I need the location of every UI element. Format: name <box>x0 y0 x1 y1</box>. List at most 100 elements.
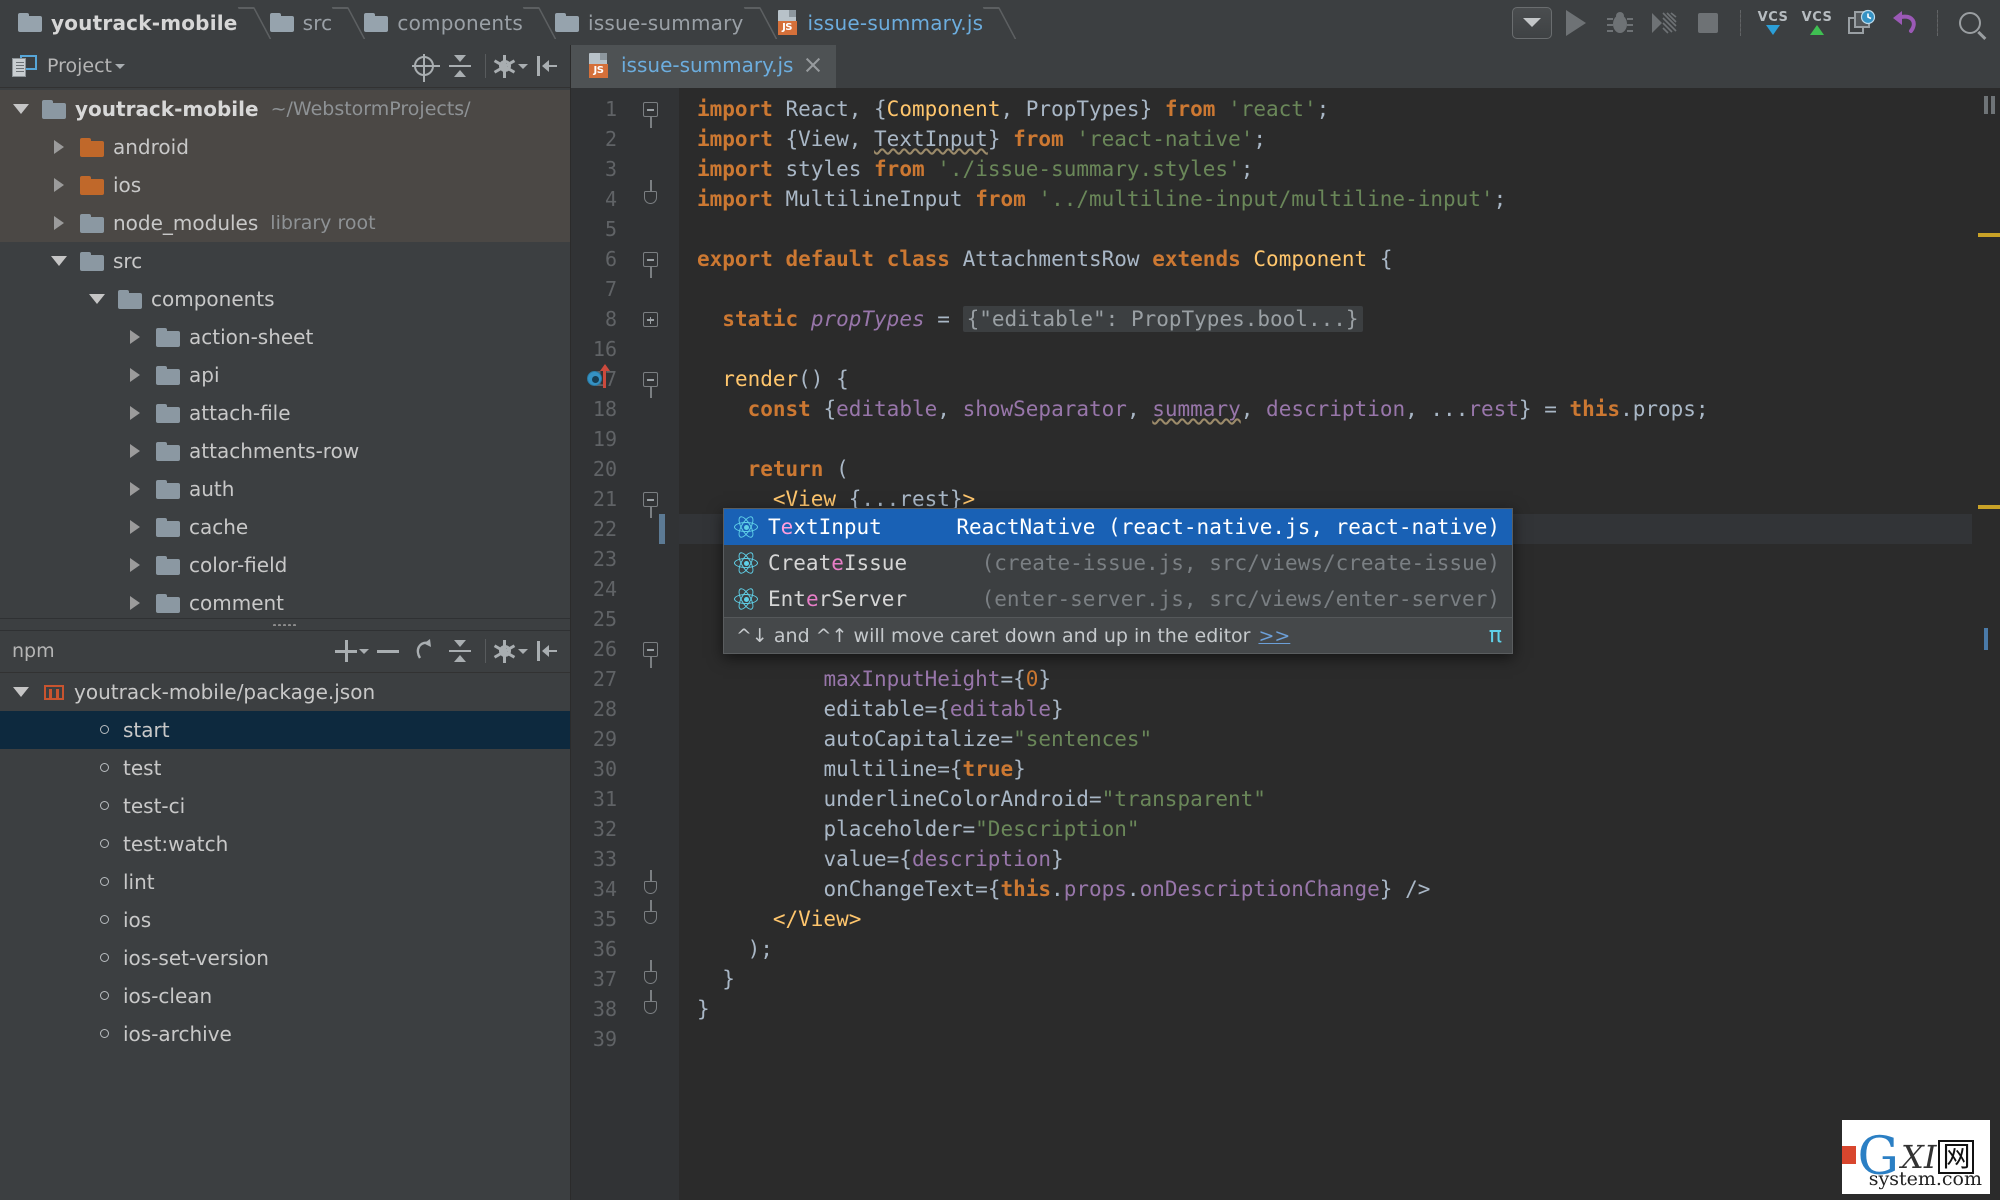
chevron-right-icon[interactable] <box>124 482 146 496</box>
chevron-down-icon[interactable] <box>86 294 108 304</box>
autocomplete-hint-link[interactable]: >> <box>1258 621 1290 651</box>
breadcrumb-item-youtrack-mobile[interactable]: youtrack-mobile <box>14 0 244 45</box>
code-line[interactable]: </View> <box>697 904 862 934</box>
code-line[interactable]: export default class AttachmentsRow exte… <box>697 244 1393 274</box>
autocomplete-item-EnterServer[interactable]: EnterServer (enter-server.js, src/views/e… <box>724 581 1512 617</box>
tree-item-color-field[interactable]: color-field <box>0 546 570 584</box>
tree-item-api[interactable]: api <box>0 356 570 394</box>
tree-item-youtrack-mobile[interactable]: youtrack-mobile ~/WebstormProjects/ <box>0 90 570 128</box>
tree-item-android[interactable]: android <box>0 128 570 166</box>
npm-collapse-all-button[interactable] <box>443 634 477 668</box>
npm-script-ios[interactable]: ios <box>0 901 570 939</box>
npm-settings-button[interactable] <box>493 634 528 668</box>
tab-issue-summary-js[interactable]: JS issue-summary.js <box>571 45 837 88</box>
code-line[interactable]: multiline={true} <box>697 754 1025 784</box>
chevron-down-icon[interactable] <box>10 104 32 114</box>
code-line[interactable]: } <box>697 994 710 1024</box>
project-panel-title[interactable]: Project <box>47 55 112 77</box>
run-with-coverage-button[interactable] <box>1644 6 1684 40</box>
code-folding-marker[interactable] <box>641 244 661 278</box>
autocomplete-item-TextInput[interactable]: TextInput ReactNative (react-native.js, r… <box>724 509 1512 545</box>
code-line[interactable]: autoCapitalize="sentences" <box>697 724 1152 754</box>
npm-script-ios-set-version[interactable]: ios-set-version <box>0 939 570 977</box>
autocomplete-popup[interactable]: TextInput ReactNative (react-native.js, r… <box>723 508 1513 654</box>
chevron-right-icon[interactable] <box>124 406 146 420</box>
search-everywhere-button[interactable] <box>1950 6 1990 40</box>
tree-item-comment[interactable]: comment <box>0 584 570 618</box>
code-line[interactable]: placeholder="Description" <box>697 814 1139 844</box>
code-line[interactable]: import MultilineInput from '../multiline… <box>697 184 1506 214</box>
stop-button[interactable] <box>1688 6 1728 40</box>
code-folding-marker[interactable] <box>641 180 661 214</box>
warning-marker[interactable] <box>1978 505 2000 509</box>
npm-script-lint[interactable]: lint <box>0 863 570 901</box>
locate-file-button[interactable] <box>407 49 441 83</box>
vcs-history-button[interactable] <box>1841 6 1881 40</box>
code-editor[interactable]: 1234567816171819202122232425262728293031… <box>571 88 2000 1200</box>
scrollbar-thumb[interactable] <box>1984 96 1996 114</box>
code-line[interactable]: onChangeText={this.props.onDescriptionCh… <box>697 874 1430 904</box>
code-line[interactable]: ); <box>697 934 773 964</box>
tree-item-src[interactable]: src <box>0 242 570 280</box>
tree-item-ios[interactable]: ios <box>0 166 570 204</box>
code-line[interactable]: return ( <box>697 454 849 484</box>
npm-script-start[interactable]: start <box>0 710 570 749</box>
chevron-right-icon[interactable] <box>124 596 146 610</box>
editor-gutter[interactable]: 1234567816171819202122232425262728293031… <box>571 88 679 1200</box>
code-folding-marker[interactable] <box>641 484 661 518</box>
breadcrumb-item-components[interactable]: components <box>360 0 529 45</box>
tree-item-attachments-row[interactable]: attachments-row <box>0 432 570 470</box>
npm-add-button[interactable] <box>335 634 369 668</box>
code-folding-marker[interactable] <box>641 364 661 398</box>
undo-button[interactable] <box>1885 6 1925 40</box>
project-settings-button[interactable] <box>493 49 528 83</box>
chevron-right-icon[interactable] <box>124 444 146 458</box>
tree-item-auth[interactable]: auth <box>0 470 570 508</box>
chevron-right-icon[interactable] <box>48 216 70 230</box>
code-line[interactable]: import {View, TextInput} from 'react-nat… <box>697 124 1266 154</box>
hide-npm-panel-button[interactable] <box>530 634 564 668</box>
code-line[interactable]: underlineColorAndroid="transparent" <box>697 784 1266 814</box>
collapse-all-button[interactable] <box>443 49 477 83</box>
code-line[interactable]: import styles from './issue-summary.styl… <box>697 154 1253 184</box>
code-line[interactable]: render() { <box>697 364 848 394</box>
project-tree[interactable]: youtrack-mobile ~/WebstormProjects/androi… <box>0 88 570 618</box>
code-folding-marker[interactable] <box>641 94 661 128</box>
tree-item-action-sheet[interactable]: action-sheet <box>0 318 570 356</box>
chevron-right-icon[interactable] <box>124 368 146 382</box>
chevron-down-icon[interactable] <box>10 687 32 697</box>
code-folding-marker[interactable] <box>641 900 661 934</box>
code-line[interactable]: value={description} <box>697 844 1063 874</box>
chevron-right-icon[interactable] <box>124 558 146 572</box>
tree-item-cache[interactable]: cache <box>0 508 570 546</box>
npm-root-item[interactable]: youtrack-mobile/package.json <box>0 673 570 711</box>
breadcrumb-item-src[interactable]: src <box>266 0 339 45</box>
warning-marker[interactable] <box>1978 233 2000 237</box>
code-line[interactable]: maxInputHeight={0} <box>697 664 1051 694</box>
breadcrumb-item-issue-summary[interactable]: issue-summary <box>551 0 750 45</box>
code-folding-marker[interactable] <box>641 304 661 334</box>
tree-item-attach-file[interactable]: attach-file <box>0 394 570 432</box>
code-line[interactable]: static propTypes = {"editable": PropType… <box>697 304 1363 334</box>
code-line[interactable]: } <box>697 964 735 994</box>
npm-scripts-list[interactable]: youtrack-mobile/package.json start test tes… <box>0 672 570 1200</box>
vcs-update-button[interactable]: VCS <box>1753 6 1793 40</box>
run-button[interactable] <box>1556 6 1596 40</box>
code-line[interactable]: editable={editable} <box>697 694 1063 724</box>
npm-script-test-ci[interactable]: test-ci <box>0 787 570 825</box>
debug-button[interactable] <box>1600 6 1640 40</box>
npm-rerun-button[interactable] <box>407 634 441 668</box>
vcs-commit-button[interactable]: VCS <box>1797 6 1837 40</box>
hide-project-panel-button[interactable] <box>530 49 564 83</box>
caret-position-marker[interactable] <box>1984 628 1988 650</box>
npm-remove-button[interactable] <box>371 634 405 668</box>
code-folding-marker[interactable] <box>641 634 661 668</box>
chevron-down-icon[interactable] <box>115 63 126 69</box>
code-line[interactable]: import React, {Component, PropTypes} fro… <box>697 94 1329 124</box>
close-icon[interactable] <box>804 56 822 74</box>
error-stripe-marker-bar[interactable] <box>1972 88 2000 1200</box>
chevron-right-icon[interactable] <box>124 330 146 344</box>
chevron-down-icon[interactable] <box>48 256 70 266</box>
panel-splitter[interactable] <box>0 617 570 631</box>
npm-script-ios-clean[interactable]: ios-clean <box>0 977 570 1015</box>
